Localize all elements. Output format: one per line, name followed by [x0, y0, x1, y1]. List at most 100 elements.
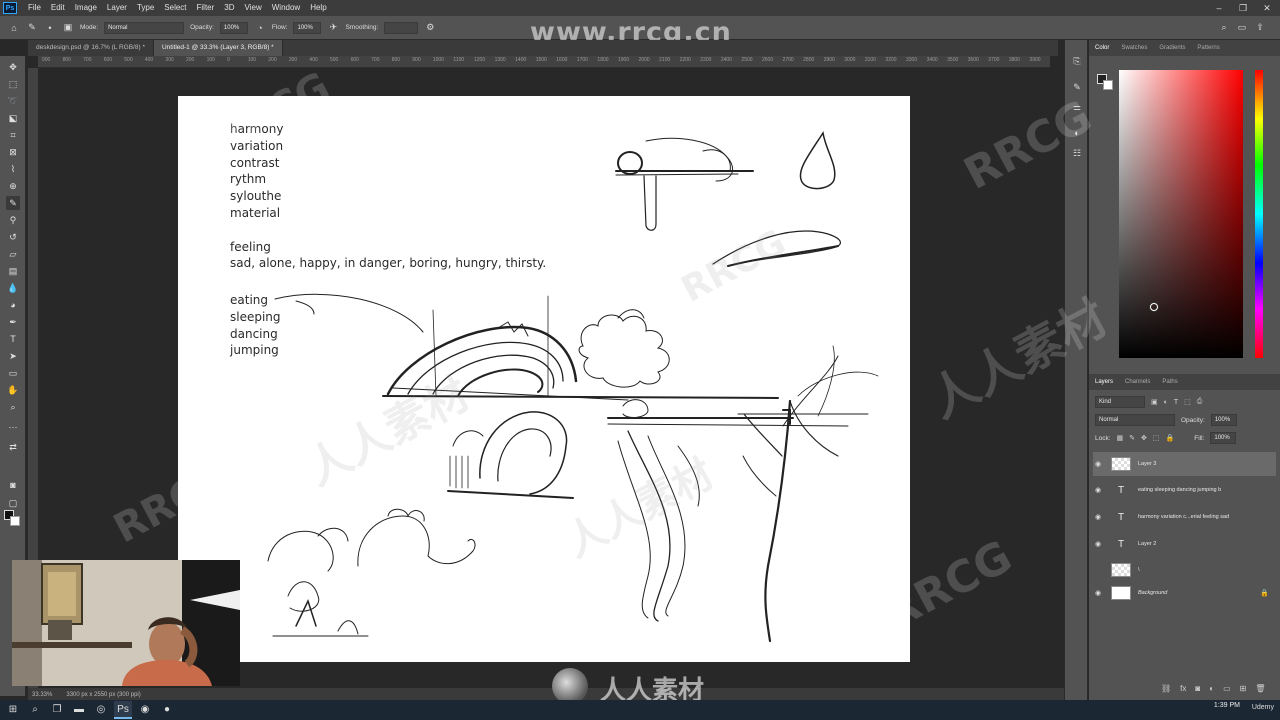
gradient-tool-icon[interactable]: ▤ [6, 264, 20, 278]
layer-name[interactable]: \ [1138, 567, 1268, 573]
tab-swatches[interactable]: Swatches [1115, 40, 1153, 56]
new-group-icon[interactable]: ▭ [1223, 684, 1231, 693]
opacity-field[interactable]: 100% [219, 21, 248, 34]
new-layer-icon[interactable]: ⊞ [1240, 684, 1247, 693]
layer-opacity-field[interactable]: 100% [1210, 414, 1237, 426]
layer-name[interactable]: eating sleeping dancing jumping b [1138, 487, 1268, 493]
filter-pixel-icon[interactable]: ▣ [1151, 398, 1158, 406]
eyedropper-tool-icon[interactable]: ⌇ [6, 162, 20, 176]
blend-mode-select[interactable]: Normal [1095, 414, 1175, 426]
swap-colors-icon[interactable]: ⇄ [6, 440, 20, 454]
workspace-icon[interactable]: ▭ [1236, 22, 1248, 34]
filter-type-icon[interactable]: T [1174, 399, 1178, 406]
gear-icon[interactable]: ⚙ [424, 22, 436, 34]
maximize-window-icon[interactable]: ❐ [1232, 0, 1254, 16]
crop-tool-icon[interactable]: ⌗ [6, 128, 20, 142]
frame-tool-icon[interactable]: ⊠ [6, 145, 20, 159]
tab-paths[interactable]: Paths [1156, 374, 1183, 390]
hand-tool-icon[interactable]: ✋ [6, 383, 20, 397]
history-panel-icon[interactable]: ⎘ [1070, 54, 1084, 68]
lock-position-icon[interactable]: ✥ [1141, 434, 1147, 442]
file-explorer-icon[interactable]: ▬ [70, 701, 88, 719]
clock[interactable]: 1:39 PM [1214, 702, 1240, 709]
menu-item[interactable]: Layer [102, 0, 132, 16]
background-color-swatch[interactable] [10, 516, 20, 526]
layer-name[interactable]: Background [1138, 590, 1268, 596]
lock-transparency-icon[interactable]: ▦ [1117, 434, 1124, 442]
layer-row[interactable]: ◉ T eating sleeping dancing jumping b [1093, 478, 1276, 502]
home-icon[interactable]: ⌂ [8, 22, 20, 34]
browser-icon[interactable]: ● [158, 701, 176, 719]
hue-slider[interactable] [1255, 70, 1263, 358]
add-mask-icon[interactable]: ◙ [1195, 684, 1200, 693]
object-select-tool-icon[interactable]: ⬕ [6, 111, 20, 125]
lock-pixels-icon[interactable]: ✎ [1129, 434, 1135, 442]
tab-color[interactable]: Color [1089, 40, 1115, 56]
pen-tool-icon[interactable]: ✒ [6, 315, 20, 329]
libraries-panel-icon[interactable]: ☷ [1070, 146, 1084, 160]
tab-patterns[interactable]: Patterns [1191, 40, 1225, 56]
kind-filter-select[interactable]: Kind [1095, 396, 1145, 408]
eye-icon[interactable]: ◉ [1093, 460, 1103, 468]
tab-gradients[interactable]: Gradients [1153, 40, 1191, 56]
brush-tool-icon[interactable]: ✎ [26, 22, 38, 34]
airbrush-icon[interactable]: ✈ [327, 22, 339, 34]
menu-item[interactable]: Image [70, 0, 102, 16]
start-icon[interactable]: ⊞ [4, 701, 22, 719]
path-selection-tool-icon[interactable]: ➤ [6, 349, 20, 363]
obs-icon[interactable]: ◎ [92, 701, 110, 719]
marquee-tool-icon[interactable]: ⬚ [6, 77, 20, 91]
menu-item[interactable]: 3D [219, 0, 239, 16]
zoom-tool-icon[interactable]: ⌕ [6, 400, 20, 414]
fx-icon[interactable]: fx [1180, 684, 1186, 693]
tab-channels[interactable]: Channels [1119, 374, 1156, 390]
link-layers-icon[interactable]: ⛓ [1161, 684, 1171, 693]
quick-mask-icon[interactable]: ◙ [6, 478, 20, 492]
layer-name[interactable]: harmony variation c...erial feeling sad [1138, 514, 1268, 520]
menu-item[interactable]: Select [159, 0, 191, 16]
history-brush-tool-icon[interactable]: ↺ [6, 230, 20, 244]
hidden-eye-icon[interactable]: ◉ [1093, 566, 1103, 574]
type-tool-icon[interactable]: T [6, 332, 20, 346]
menu-item[interactable]: View [240, 0, 267, 16]
minimize-window-icon[interactable]: – [1208, 0, 1230, 16]
camera-app-icon[interactable]: ◉ [136, 701, 154, 719]
clone-stamp-tool-icon[interactable]: ⚲ [6, 213, 20, 227]
menu-item[interactable]: File [23, 0, 46, 16]
menu-item[interactable]: Edit [46, 0, 70, 16]
search-icon[interactable]: ⌕ [26, 701, 44, 719]
lock-all-icon[interactable]: 🔒 [1166, 434, 1175, 442]
dodge-tool-icon[interactable]: ◕ [6, 298, 20, 312]
brush-size-icon[interactable]: • [44, 22, 56, 34]
color-picker-cursor[interactable] [1150, 303, 1158, 311]
blur-tool-icon[interactable]: 💧 [6, 281, 20, 295]
menu-item[interactable]: Type [132, 0, 159, 16]
brush-settings-panel-icon[interactable]: ✎ [1070, 80, 1084, 94]
properties-panel-icon[interactable]: ◐ [1070, 126, 1084, 140]
close-window-icon[interactable]: ✕ [1256, 0, 1278, 16]
menu-item[interactable]: Filter [192, 0, 220, 16]
eye-icon[interactable]: ◉ [1093, 589, 1103, 597]
document-canvas[interactable]: harmony variation contrast rythm sylouth… [178, 96, 910, 662]
more-tools-icon[interactable]: ⋯ [6, 420, 20, 434]
tab-untitled-1[interactable]: Untitled-1 @ 33.3% (Layer 3, RGB/8) * [153, 40, 283, 56]
layer-row[interactable]: ◉ \ [1093, 558, 1276, 582]
brush-settings-icon[interactable]: ▣ [62, 22, 74, 34]
adjustments-panel-icon[interactable]: ⚌ [1070, 100, 1084, 114]
layer-row[interactable]: ◉ T harmony variation c...erial feeling … [1093, 505, 1276, 529]
mode-select[interactable]: Normal [104, 21, 185, 34]
color-picker-field[interactable] [1119, 70, 1243, 358]
eye-icon[interactable]: ◉ [1093, 513, 1103, 521]
eraser-tool-icon[interactable]: ▱ [6, 247, 20, 261]
eye-icon[interactable]: ◉ [1093, 540, 1103, 548]
layer-row[interactable]: ◉ T Layer 2 [1093, 532, 1276, 556]
panel-background-swatch[interactable] [1103, 80, 1113, 90]
flow-field[interactable]: 100% [293, 21, 322, 34]
shape-tool-icon[interactable]: ▭ [6, 366, 20, 380]
photoshop-taskbar-icon[interactable]: Ps [114, 701, 132, 719]
screen-mode-icon[interactable]: ▢ [6, 496, 20, 510]
share-icon[interactable]: ⇪ [1254, 22, 1266, 34]
zoom-level[interactable]: 33.33% [32, 692, 52, 698]
tab-layers[interactable]: Layers [1089, 374, 1119, 390]
menu-item[interactable]: Window [267, 0, 305, 16]
